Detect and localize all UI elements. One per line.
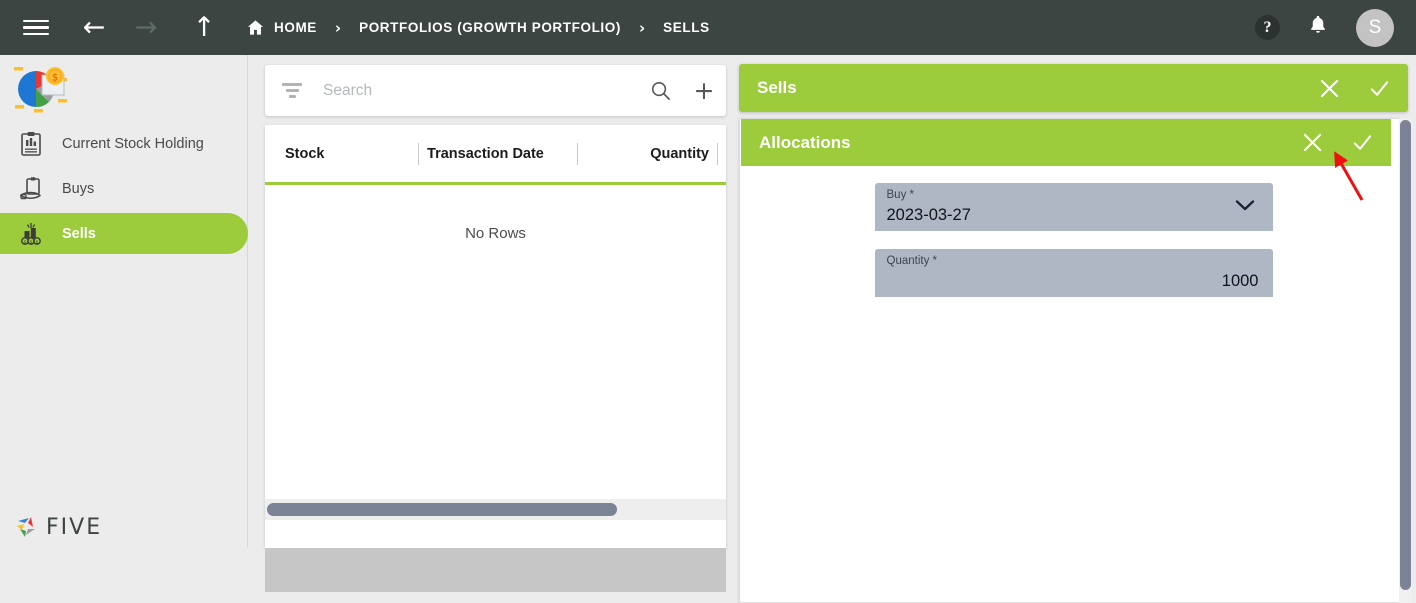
- sells-save-button[interactable]: [1366, 75, 1392, 101]
- hamburger-icon: [23, 16, 49, 40]
- column-header-transaction-date[interactable]: Transaction Date: [427, 146, 569, 162]
- buy-field-value: 2023-03-27: [886, 206, 971, 224]
- column-header-stock[interactable]: Stock: [285, 146, 410, 162]
- allocations-save-button[interactable]: [1349, 130, 1375, 156]
- bell-icon: [1311, 15, 1325, 33]
- breadcrumb: HOME › PORTFOLIOS (GROWTH PORTFOLIO) › S…: [246, 18, 710, 37]
- forward-button[interactable]: →: [124, 6, 168, 50]
- topbar-actions: ? S: [1255, 8, 1416, 47]
- detail-vertical-scrollbar[interactable]: [1399, 118, 1412, 603]
- plus-icon: +: [693, 76, 715, 105]
- sidebar-menu: Current Stock Holding Buys $ $ $ Sells: [0, 123, 248, 258]
- allocations-title: Allocations: [759, 132, 851, 152]
- svg-text:$: $: [30, 239, 33, 245]
- sidebar-item-label: Buys: [62, 180, 95, 197]
- records-list-panel: + Stock Transaction Date Quantity No Row…: [248, 55, 735, 592]
- detail-panel: Sells Allocations Buy * 2023-03-27 Quant…: [735, 55, 1416, 603]
- sells-close-button[interactable]: [1316, 75, 1342, 101]
- sells-form-actions: [1316, 75, 1408, 101]
- help-button[interactable]: ?: [1255, 15, 1280, 40]
- avatar[interactable]: S: [1356, 8, 1394, 47]
- five-pinwheel-logo: [17, 517, 35, 537]
- svg-text:$: $: [36, 239, 39, 245]
- five-brand-logo: FIVE: [14, 514, 102, 540]
- notifications-button[interactable]: [1308, 14, 1328, 41]
- money-stack-icon: $ $ $: [14, 221, 48, 247]
- breadcrumb-item-portfolios[interactable]: PORTFOLIOS (GROWTH PORTFOLIO): [359, 20, 621, 35]
- arrow-up-icon: ↑: [192, 12, 216, 43]
- allocations-header: Allocations: [741, 119, 1391, 166]
- quantity-field[interactable]: Quantity * 1000: [874, 249, 1273, 297]
- breadcrumb-item-sells[interactable]: SELLS: [663, 20, 710, 35]
- home-icon: [247, 20, 264, 35]
- five-wordmark: FIVE: [46, 514, 103, 540]
- sidebar-item-buys[interactable]: Buys: [0, 168, 248, 209]
- breadcrumb-separator: ›: [638, 18, 646, 37]
- sidebar-item-label: Sells: [62, 225, 96, 242]
- grid-footer-strip: [265, 548, 726, 592]
- hamburger-menu-button[interactable]: [14, 6, 58, 50]
- allocations-form: Buy * 2023-03-27 Quantity * 1000: [740, 183, 1407, 315]
- allocations-close-button[interactable]: [1299, 130, 1325, 156]
- hand-clipboard-icon: [14, 176, 48, 202]
- allocations-actions: [1299, 130, 1391, 156]
- chevron-down-icon[interactable]: [1235, 199, 1255, 217]
- column-divider[interactable]: [576, 142, 578, 165]
- avatar-initial: S: [1368, 16, 1382, 38]
- up-button[interactable]: ↑: [182, 6, 226, 50]
- allocations-subform: Allocations Buy * 2023-03-27 Quantity * …: [739, 118, 1408, 603]
- quantity-field-value: 1000: [1221, 272, 1259, 290]
- breadcrumb-separator: ›: [334, 18, 342, 37]
- quantity-field-label: Quantity *: [886, 255, 938, 267]
- check-icon: [1353, 135, 1371, 150]
- search-button[interactable]: [638, 69, 682, 113]
- empty-state-message: No Rows: [465, 225, 526, 242]
- svg-text:$: $: [52, 73, 58, 84]
- close-icon: [1320, 79, 1338, 97]
- column-header-quantity[interactable]: Quantity: [586, 146, 709, 162]
- question-mark-icon: ?: [1263, 18, 1272, 36]
- top-navigation-bar: ← → ↑ HOME › PORTFOLIOS (GROWTH PORTFOLI…: [0, 0, 1416, 55]
- sidebar-item-label: Current Stock Holding: [62, 135, 204, 152]
- sidebar-item-current-stock-holding[interactable]: Current Stock Holding: [0, 123, 248, 164]
- clipboard-chart-icon: [14, 131, 48, 157]
- back-button[interactable]: ←: [72, 6, 116, 50]
- column-divider[interactable]: [418, 142, 420, 165]
- grid-header-row: Stock Transaction Date Quantity: [265, 125, 726, 185]
- filter-icon[interactable]: [279, 83, 305, 98]
- sidebar: $ Current Stock Holding Buys $ $ $ Sells…: [0, 55, 248, 548]
- search-icon: [651, 81, 670, 100]
- arrow-right-icon: →: [134, 12, 158, 43]
- column-divider[interactable]: [717, 142, 718, 165]
- grid-horizontal-scrollbar[interactable]: [265, 499, 726, 520]
- check-icon: [1370, 80, 1388, 96]
- search-input[interactable]: [323, 81, 638, 100]
- sells-form-title: Sells: [757, 78, 797, 97]
- sidebar-item-sells[interactable]: $ $ $ Sells: [0, 213, 248, 254]
- search-bar: +: [265, 65, 726, 116]
- portfolio-pie-chart-logo: $: [12, 63, 70, 115]
- buy-dropdown-field[interactable]: Buy * 2023-03-27: [874, 183, 1273, 231]
- breadcrumb-item-home[interactable]: HOME: [246, 18, 317, 37]
- sells-form-header: Sells: [739, 64, 1408, 112]
- grid-horizontal-scrollbar-thumb[interactable]: [267, 503, 617, 516]
- arrow-left-icon: ←: [82, 12, 106, 43]
- detail-vertical-scrollbar-thumb[interactable]: [1400, 120, 1411, 590]
- grid-body: No Rows: [265, 185, 726, 520]
- buy-field-label: Buy *: [886, 189, 915, 201]
- records-grid: Stock Transaction Date Quantity No Rows: [265, 125, 726, 548]
- add-record-button[interactable]: +: [682, 69, 726, 113]
- svg-text:$: $: [24, 239, 27, 245]
- close-icon: [1303, 133, 1321, 152]
- breadcrumb-label-home: HOME: [274, 20, 317, 35]
